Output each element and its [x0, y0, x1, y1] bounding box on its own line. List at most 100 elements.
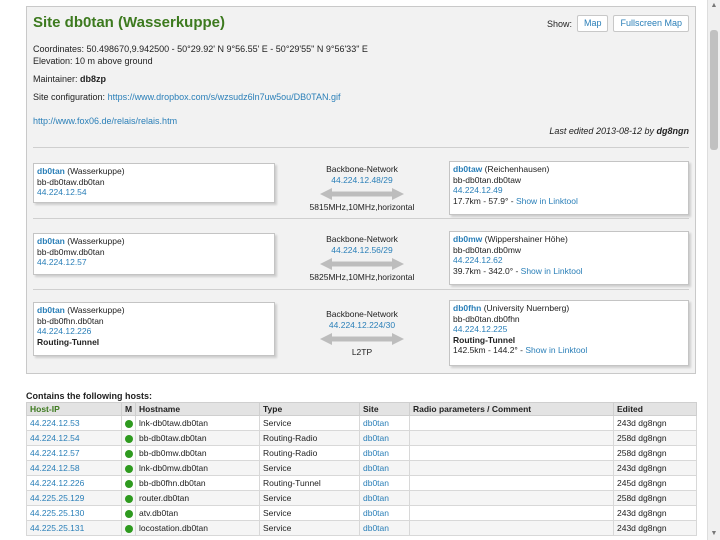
type-cell: Service — [259, 520, 360, 536]
left-ip[interactable]: 44.224.12.54 — [37, 187, 271, 198]
right-ip[interactable]: 44.224.12.62 — [453, 255, 685, 266]
link-right-box: db0taw (Reichenhausen) bb-db0tan.db0taw … — [449, 161, 689, 215]
external-link-row: http://www.fox06.de/relais/relais.htm — [33, 116, 177, 127]
scroll-down-icon[interactable]: ▼ — [708, 528, 720, 540]
comment-cell — [409, 505, 614, 521]
type-cell: Service — [259, 460, 360, 476]
distance: 17.7km - 57.9° - — [453, 195, 516, 206]
left-site-link[interactable]: db0tan — [37, 305, 65, 315]
status-online-icon — [125, 449, 133, 458]
scroll-up-icon[interactable]: ▲ — [708, 0, 720, 12]
link-middle: Backbone-Network 44.224.12.48/29 5815MHz… — [297, 164, 427, 213]
hostname-cell: bb-db0mw.db0tan — [135, 445, 260, 461]
column-header-host-ip[interactable]: Host-IP — [26, 402, 122, 416]
host-ip-link[interactable]: 44.224.12.57 — [26, 445, 122, 461]
subnet-link[interactable]: 44.224.12.56/29 — [297, 245, 427, 256]
coordinates: Coordinates: 50.498670,9.942500 - 50°29.… — [33, 44, 368, 54]
left-hostname: bb-db0taw.db0tan — [37, 176, 105, 187]
network-type: Backbone-Network — [326, 309, 398, 319]
right-ip[interactable]: 44.224.12.225 — [453, 324, 685, 335]
site-link[interactable]: db0tan — [359, 445, 410, 461]
site-link[interactable]: db0tan — [359, 460, 410, 476]
status-cell — [121, 490, 136, 506]
host-ip-link[interactable]: 44.224.12.54 — [26, 430, 122, 446]
link-left-box: db0tan (Wasserkuppe) bb-db0taw.db0tan 44… — [33, 163, 275, 203]
radio-params: 5815MHz,10MHz,horizontal — [309, 202, 415, 212]
comment-cell — [409, 490, 614, 506]
scrollbar-thumb[interactable] — [710, 30, 718, 150]
linktool-link[interactable]: Show in Linktool — [521, 266, 583, 276]
network-type: Backbone-Network — [326, 164, 398, 174]
left-ip[interactable]: 44.224.12.57 — [37, 257, 271, 268]
host-ip-link[interactable]: 44.225.25.130 — [26, 505, 122, 521]
hostname-cell: atv.db0tan — [135, 505, 260, 521]
status-cell — [121, 415, 136, 431]
status-cell — [121, 460, 136, 476]
table-header-row: Host-IP M Hostname Type Site Radio param… — [26, 402, 697, 416]
edited-cell: 243d dg8ngn — [613, 415, 697, 431]
edited-cell: 243d dg8ngn — [613, 505, 697, 521]
hostname-cell: bb-db0taw.db0tan — [135, 430, 260, 446]
right-site-name: (Wippershainer Höhe) — [482, 234, 568, 244]
divider — [33, 289, 689, 290]
right-site-link[interactable]: db0mw — [453, 234, 482, 244]
column-header-type[interactable]: Type — [259, 402, 360, 416]
site-link[interactable]: db0tan — [359, 505, 410, 521]
right-ip[interactable]: 44.224.12.49 — [453, 185, 685, 196]
left-ip[interactable]: 44.224.12.226 — [37, 326, 271, 337]
site-link[interactable]: db0tan — [359, 490, 410, 506]
linktool-link[interactable]: Show in Linktool — [525, 345, 587, 355]
link-right-box: db0mw (Wippershainer Höhe) bb-db0tan.db0… — [449, 231, 689, 285]
left-site-link[interactable]: db0tan — [37, 236, 65, 246]
distance: 39.7km - 342.0° - — [453, 265, 521, 276]
right-site-link[interactable]: db0taw — [453, 164, 482, 174]
status-cell — [121, 505, 136, 521]
fullscreen-map-button[interactable]: Fullscreen Map — [613, 15, 689, 32]
host-ip-link[interactable]: 44.225.25.129 — [26, 490, 122, 506]
host-ip-link[interactable]: 44.224.12.58 — [26, 460, 122, 476]
comment-cell — [409, 520, 614, 536]
vertical-scrollbar[interactable]: ▲ ▼ — [707, 0, 720, 540]
hosts-table: Host-IP M Hostname Type Site Radio param… — [26, 402, 697, 536]
external-link[interactable]: http://www.fox06.de/relais/relais.htm — [33, 116, 177, 126]
hostname-cell: bb-db0fhn.db0tan — [135, 475, 260, 491]
config-link[interactable]: https://www.dropbox.com/s/wzsudz6ln7uw5o… — [108, 92, 341, 102]
site-link[interactable]: db0tan — [359, 520, 410, 536]
site-link[interactable]: db0tan — [359, 430, 410, 446]
table-row: 44.225.25.129 router.db0tan Service db0t… — [26, 490, 697, 506]
linktool-link[interactable]: Show in Linktool — [516, 196, 578, 206]
host-ip-link[interactable]: 44.224.12.226 — [26, 475, 122, 491]
column-header-hostname[interactable]: Hostname — [135, 402, 260, 416]
host-ip-link[interactable]: 44.225.25.131 — [26, 520, 122, 536]
right-site-name: (Reichenhausen) — [482, 164, 550, 174]
site-link[interactable]: db0tan — [359, 415, 410, 431]
subnet-link[interactable]: 44.224.12.48/29 — [297, 175, 427, 186]
link-right-box: db0fhn (University Nuernberg) bb-db0tan.… — [449, 300, 689, 366]
edited-cell: 258d dg8ngn — [613, 490, 697, 506]
hostname-cell: lnk-db0mw.db0tan — [135, 460, 260, 476]
host-ip-link[interactable]: 44.224.12.53 — [26, 415, 122, 431]
left-tunnel-type: Routing-Tunnel — [37, 336, 100, 347]
elevation: Elevation: 10 m above ground — [33, 56, 153, 66]
edited-prefix: Last edited 2013-08-12 by — [549, 126, 654, 136]
double-arrow-icon — [320, 258, 404, 270]
right-hostname: bb-db0tan.db0mw — [453, 244, 522, 255]
right-site-link[interactable]: db0fhn — [453, 303, 481, 313]
column-header-comment[interactable]: Radio parameters / Comment — [409, 402, 614, 416]
type-cell: Service — [259, 490, 360, 506]
column-header-edited[interactable]: Edited — [613, 402, 697, 416]
status-online-icon — [125, 479, 133, 488]
type-cell: Routing-Radio — [259, 445, 360, 461]
column-header-m[interactable]: M — [121, 402, 136, 416]
status-online-icon — [125, 494, 133, 503]
left-site-name: (Wasserkuppe) — [64, 166, 125, 176]
hostname-cell: locostation.db0tan — [135, 520, 260, 536]
left-site-link[interactable]: db0tan — [37, 166, 65, 176]
comment-cell — [409, 445, 614, 461]
site-link[interactable]: db0tan — [359, 475, 410, 491]
column-header-site[interactable]: Site — [359, 402, 410, 416]
edited-by: dg8ngn — [656, 126, 690, 136]
subnet-link[interactable]: 44.224.12.224/30 — [297, 320, 427, 331]
map-button[interactable]: Map — [576, 15, 609, 32]
status-cell — [121, 475, 136, 491]
